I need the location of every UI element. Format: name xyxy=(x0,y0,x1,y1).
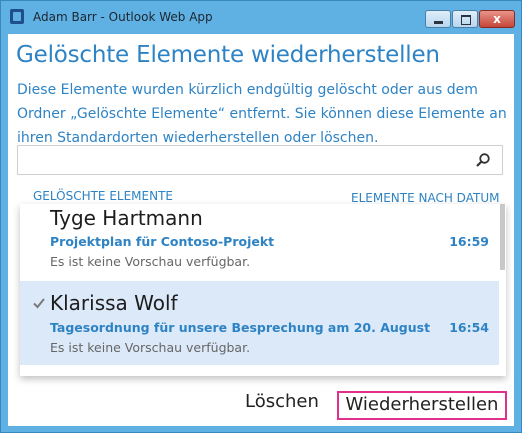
dialog-description: Diese Elemente wurden kürzlich endgültig… xyxy=(17,82,507,146)
item-subject: Tagesordnung für unsere Besprechung am 2… xyxy=(50,320,431,335)
search-field[interactable] xyxy=(17,145,503,175)
close-button[interactable]: x xyxy=(479,10,515,28)
item-sender: Klarissa Wolf xyxy=(50,291,178,315)
checkmark-icon xyxy=(33,298,45,309)
window-title: Adam Barr - Outlook Web App xyxy=(33,10,213,24)
list-item[interactable]: Tyge Hartmann Projektplan für Contoso-Pr… xyxy=(20,204,499,280)
scrollbar[interactable] xyxy=(499,204,506,376)
item-sender: Tyge Hartmann xyxy=(50,206,203,230)
list-header-deleted-items: GELÖSCHTE ELEMENTE xyxy=(33,189,174,203)
delete-button[interactable]: Löschen xyxy=(245,391,319,412)
item-time: 16:59 xyxy=(449,234,489,249)
maximize-button[interactable] xyxy=(452,10,478,28)
title-bar[interactable]: Adam Barr - Outlook Web App x xyxy=(1,1,521,34)
item-subject: Projektplan für Contoso-Projekt xyxy=(50,234,275,249)
restore-button[interactable]: Wiederherstellen xyxy=(337,391,507,420)
dialog-content: Gelöschte Elemente wiederherstellen Dies… xyxy=(8,34,514,426)
app-window: Adam Barr - Outlook Web App x Gelöschte … xyxy=(0,0,522,433)
outlook-app-icon xyxy=(10,9,24,24)
close-icon: x xyxy=(493,12,501,26)
list-item-selected[interactable]: Klarissa Wolf Tagesordnung für unsere Be… xyxy=(20,281,499,365)
item-preview: Es ist keine Vorschau verfügbar. xyxy=(50,340,251,355)
minimize-button[interactable] xyxy=(425,10,451,28)
item-preview: Es ist keine Vorschau verfügbar. xyxy=(50,254,251,269)
dialog-heading: Gelöschte Elemente wiederherstellen xyxy=(16,42,440,68)
item-time: 16:54 xyxy=(449,320,489,335)
sort-by-date-button[interactable]: ELEMENTE NACH DATUM xyxy=(351,191,499,205)
search-icon[interactable] xyxy=(476,153,490,167)
deleted-items-list: Tyge Hartmann Projektplan für Contoso-Pr… xyxy=(20,204,506,376)
